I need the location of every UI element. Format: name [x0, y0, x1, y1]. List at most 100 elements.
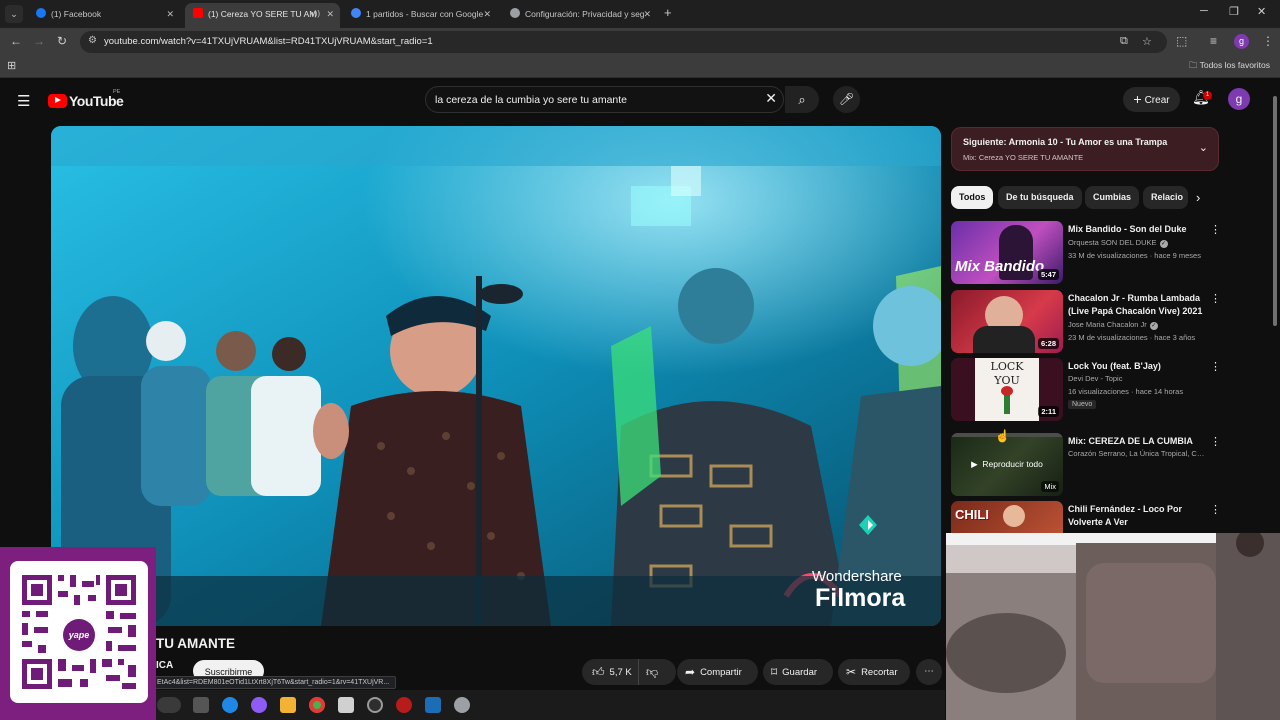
site-info-icon[interactable]: ⚙: [88, 35, 97, 46]
video-title[interactable]: Chacalon Jr - Rumba Lambada (Live Papá C…: [1068, 292, 1208, 318]
duration-badge: 2:11: [1038, 406, 1059, 417]
video-thumbnail[interactable]: LOCK YOU 2:11: [951, 358, 1063, 421]
apps-grid-icon[interactable]: ⊞: [7, 59, 16, 72]
recommendation-item[interactable]: Mix Bandido 5:47 Mix Bandido - Son del D…: [951, 221, 1221, 285]
browser-profile-avatar[interactable]: g: [1234, 34, 1249, 49]
task-view-icon[interactable]: [193, 697, 209, 713]
create-button[interactable]: + Crear: [1123, 87, 1180, 112]
chevron-down-icon[interactable]: ⌄: [1199, 141, 1208, 154]
video-title[interactable]: Mix: CEREZA DE LA CUMBIA: [1068, 435, 1208, 448]
search-button[interactable]: ⌕: [785, 86, 819, 113]
more-options-icon[interactable]: ⋮: [1210, 503, 1221, 516]
file-explorer-icon[interactable]: [280, 697, 296, 713]
share-button[interactable]: ➦ Compartir: [677, 659, 758, 685]
cast-icon[interactable]: ⧉: [1120, 35, 1128, 48]
clip-button[interactable]: ✂ Recortar: [838, 659, 910, 685]
video-thumbnail[interactable]: CHILI: [951, 501, 1063, 533]
recommendation-mix-item[interactable]: ▶ Reproducir todo Mix Mix: CEREZA DE LA …: [951, 429, 1221, 497]
video-title[interactable]: Mix Bandido - Son del Duke: [1068, 223, 1208, 236]
video-player[interactable]: Wondershare Filmora: [51, 126, 941, 626]
bookmark-star-icon[interactable]: ☆: [1142, 35, 1152, 48]
menu-hamburger-icon[interactable]: ☰: [17, 92, 30, 110]
browser-menu-icon[interactable]: ⋮: [1262, 34, 1274, 48]
video-title[interactable]: Chili Fernández - Loco Por Volverte A Ve…: [1068, 503, 1208, 529]
more-options-icon[interactable]: ⋮: [1210, 360, 1221, 373]
webcam-feed: [946, 533, 1280, 720]
new-tab-plus-icon[interactable]: +: [664, 5, 672, 20]
copilot-icon[interactable]: [251, 697, 267, 713]
close-tab-icon[interactable]: ✕: [166, 3, 174, 25]
tab-settings[interactable]: Configuración: Privacidad y seg ✕: [502, 3, 657, 28]
tab-title: (1) Facebook: [51, 9, 102, 19]
like-count: 5,7 K: [609, 667, 632, 678]
youtube-favicon-icon: [193, 8, 203, 18]
search-input[interactable]: la cereza de la cumbia yo sere tu amante…: [425, 86, 784, 113]
dislike-button[interactable]: 👎︎: [646, 659, 663, 686]
channel-name[interactable]: Devi Dev - Topic: [1068, 374, 1122, 383]
close-tab-icon[interactable]: ✕: [483, 3, 491, 25]
page-scrollbar[interactable]: [1272, 88, 1278, 528]
duration-badge: 6:28: [1037, 338, 1059, 349]
opera-icon[interactable]: [396, 697, 412, 713]
all-bookmarks-label: Todos los favoritos: [1199, 60, 1270, 70]
tab-facebook[interactable]: (1) Facebook ✕: [28, 3, 180, 28]
qr-overlay: yape: [0, 547, 156, 720]
os-taskbar: [155, 690, 945, 720]
channel-name[interactable]: Jose Maria Chacalon Jr ✓: [1068, 320, 1158, 330]
recommendation-item[interactable]: LOCK YOU 2:11 Lock You (feat. B'Jay) Dev…: [951, 358, 1221, 422]
save-button[interactable]: ⌑ Guardar: [763, 659, 833, 685]
channel-name[interactable]: Orquesta SON DEL DUKE ✓: [1068, 238, 1168, 248]
tab-google-search[interactable]: 1 partidos - Buscar con Google ✕: [343, 3, 497, 28]
channel-name[interactable]: ICA: [156, 660, 173, 671]
video-thumbnail[interactable]: 6:28: [951, 290, 1063, 353]
all-bookmarks-folder[interactable]: 🗀 Todos los favoritos: [1189, 60, 1270, 74]
back-arrow-icon[interactable]: ←: [10, 34, 22, 48]
video-thumbnail[interactable]: Mix Bandido 5:47: [951, 221, 1063, 284]
chevron-right-icon[interactable]: ›: [1196, 190, 1200, 205]
audio-playing-icon[interactable]: ◖)): [310, 3, 320, 25]
edge-browser-icon[interactable]: [222, 697, 238, 713]
chip-cumbias[interactable]: Cumbias: [1085, 186, 1140, 209]
verified-check-icon: ✓: [1149, 322, 1158, 330]
up-next-card[interactable]: Siguiente: Armonia 10 - Tu Amor es una T…: [951, 127, 1219, 171]
maximize-icon[interactable]: ❐: [1229, 5, 1239, 18]
media-controls-icon[interactable]: ≡: [1210, 34, 1217, 48]
steam-icon[interactable]: [425, 697, 441, 713]
close-tab-icon[interactable]: ✕: [326, 3, 334, 25]
account-avatar[interactable]: g: [1228, 88, 1250, 110]
more-horizontal-icon: ⋯: [924, 666, 934, 677]
chrome-icon[interactable]: [309, 697, 325, 713]
more-actions-button[interactable]: ⋯: [916, 659, 942, 685]
scissors-icon: ✂: [846, 665, 857, 679]
webcam-overlay: [946, 533, 1280, 720]
app-icon[interactable]: [367, 697, 383, 713]
chip-from-search[interactable]: De tu búsqueda: [998, 186, 1082, 209]
clear-search-icon[interactable]: ✕: [765, 90, 777, 107]
chip-all[interactable]: Todos: [951, 186, 994, 209]
more-options-icon[interactable]: ⋮: [1210, 223, 1221, 236]
tab-youtube[interactable]: (1) Cereza YO SERE TU AM ◖)) ✕: [185, 3, 340, 28]
thumbnail-text: CHILI: [955, 507, 989, 522]
search-pill-icon[interactable]: [157, 697, 181, 713]
more-options-icon[interactable]: ⋮: [1210, 435, 1221, 448]
scrollbar-thumb[interactable]: [1273, 96, 1277, 326]
voice-search-button[interactable]: 🎤︎: [833, 86, 860, 113]
recommendation-item[interactable]: CHILI Chili Fernández - Loco Por Volvert…: [951, 501, 1221, 533]
close-tab-icon[interactable]: ✕: [643, 3, 651, 25]
forward-arrow-icon[interactable]: →: [33, 34, 45, 48]
url-omnibox[interactable]: ⚙ youtube.com/watch?v=41TXUjVRUAM&list=R…: [80, 31, 1167, 53]
settings-gear-icon[interactable]: [454, 697, 470, 713]
store-icon[interactable]: [338, 697, 354, 713]
recommendation-item[interactable]: 6:28 Chacalon Jr - Rumba Lambada (Live P…: [951, 290, 1221, 354]
window-close-icon[interactable]: ✕: [1257, 5, 1266, 18]
more-options-icon[interactable]: ⋮: [1210, 292, 1221, 305]
thumbnail-figure: [1003, 505, 1025, 527]
extensions-icon[interactable]: ⬚: [1176, 34, 1187, 48]
reload-icon[interactable]: ↻: [57, 34, 67, 48]
tab-search-icon[interactable]: ⌄: [5, 5, 23, 23]
chip-related[interactable]: Relacio: [1143, 186, 1188, 209]
like-button[interactable]: 👍︎ 5,7 K: [592, 659, 632, 686]
video-title[interactable]: Lock You (feat. B'Jay): [1068, 360, 1208, 373]
video-title: TU AMANTE: [156, 636, 235, 651]
minimize-icon[interactable]: ─: [1200, 5, 1208, 17]
